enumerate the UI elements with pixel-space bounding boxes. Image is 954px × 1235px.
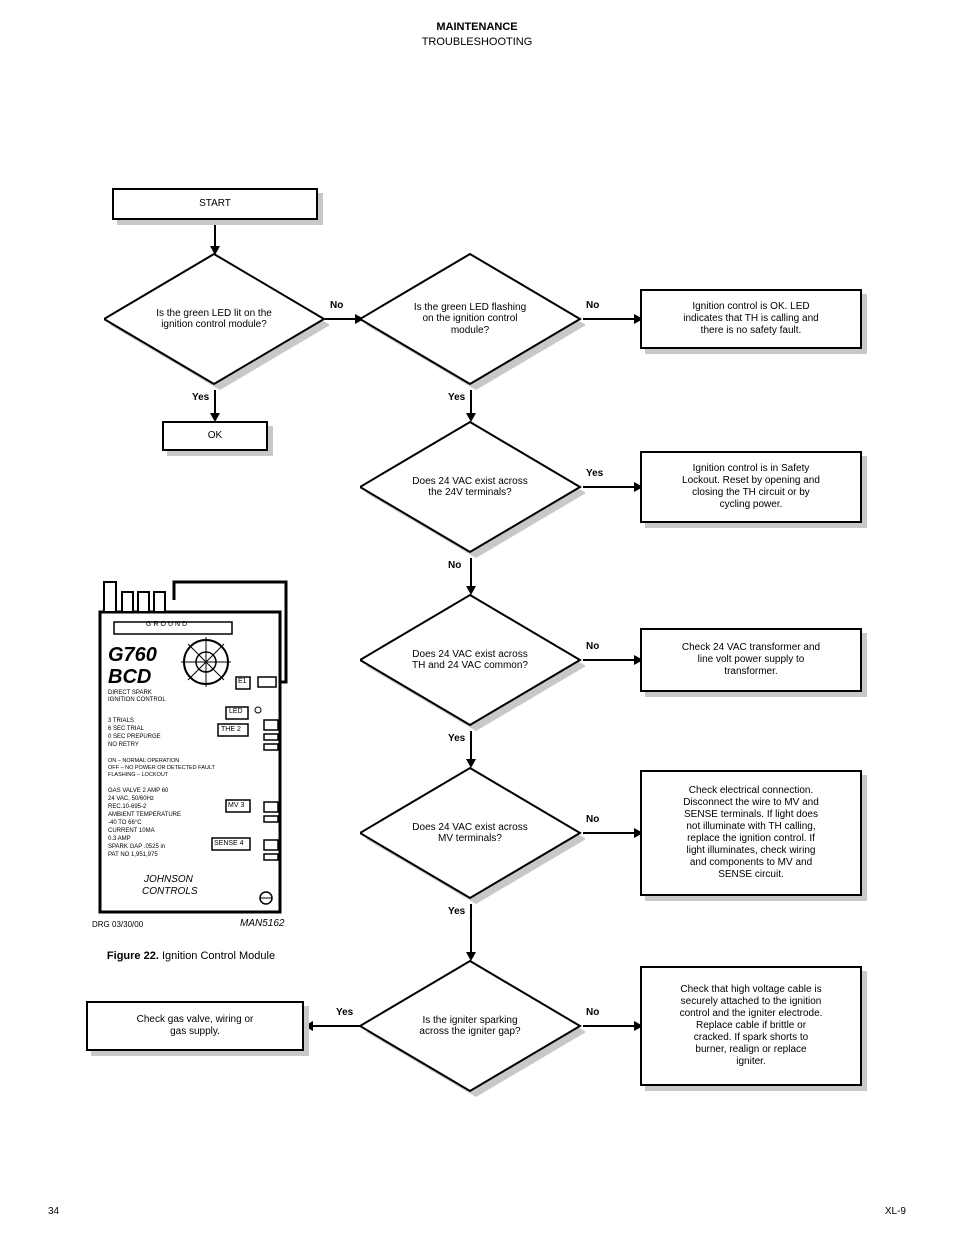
action-connection: Check electrical connection.Disconnect t…: [640, 770, 862, 896]
label-no: No: [586, 300, 599, 311]
term-led: LED: [229, 708, 243, 715]
device-sub1: DIRECT SPARK: [108, 690, 152, 696]
label-no: No: [586, 641, 599, 652]
decision-text: Is the green LED flashingon the ignition…: [360, 250, 580, 388]
label-no: No: [448, 560, 461, 571]
decision-24vac-terminals: Does 24 VAC exist acrossthe 24V terminal…: [360, 418, 580, 556]
device-spec: NO RETRY: [108, 742, 139, 748]
action-text: Ignition control is OK. LEDindicates tha…: [677, 295, 824, 343]
device-led-on: ON – NORMAL OPERATION: [108, 758, 179, 764]
arrow: [583, 318, 636, 320]
action-text: Check that high voltage cable issecurely…: [674, 978, 829, 1074]
brand-2: CONTROLS: [142, 886, 198, 897]
device-led-off: OFF – NO POWER OR DETECTED FAULT: [108, 765, 215, 771]
decision-24vac-th: Does 24 VAC exist acrossTH and 24 VAC co…: [360, 591, 580, 729]
device-spec: 6 SEC TRIAL: [108, 726, 144, 732]
label-no: No: [586, 1007, 599, 1018]
action-text: Check 24 VAC transformer andline volt po…: [676, 636, 826, 684]
device-rating: REC.10-695-2: [108, 804, 146, 810]
arrow: [470, 731, 472, 761]
arrow: [583, 659, 636, 661]
device-rating: -40 TO 66°C: [108, 820, 142, 826]
label-no: No: [586, 814, 599, 825]
action-ok: Ignition control is OK. LEDindicates tha…: [640, 289, 862, 349]
pcb-code: MAN5162: [240, 918, 284, 929]
action-hv-cable: Check that high voltage cable issecurely…: [640, 966, 862, 1086]
ok-node: OK: [162, 421, 268, 451]
device-model: G760: [108, 644, 157, 667]
pcb-date: DRG 03/30/00: [92, 920, 143, 929]
start-node: START: [112, 188, 318, 220]
arrow: [583, 832, 636, 834]
decision-text: Does 24 VAC exist acrossTH and 24 VAC co…: [360, 591, 580, 729]
arrow: [583, 1025, 636, 1027]
device-led-flash: FLASHING – LOCKOUT: [108, 772, 168, 778]
device-rating: SPARK GAP .0525 in: [108, 844, 165, 850]
arrow: [470, 390, 472, 415]
device-rating: GAS VALVE 2 AMP 60: [108, 788, 168, 794]
decision-text: Is the green LED lit on theignition cont…: [104, 250, 324, 388]
action-text: Check gas valve, wiring orgas supply.: [131, 1008, 260, 1044]
device-rating: AMBIENT TEMPERATURE: [108, 812, 181, 818]
start-label: START: [193, 192, 237, 216]
action-text: Check electrical connection.Disconnect t…: [677, 779, 825, 887]
device-spec: 0 SEC PREPURGE: [108, 734, 161, 740]
page-model: XL-9: [885, 1206, 906, 1217]
label-no: No: [330, 300, 343, 311]
arrow: [214, 225, 216, 248]
decision-mv-terminals: Does 24 VAC exist acrossMV terminals?: [360, 764, 580, 902]
arrow: [311, 1025, 360, 1027]
label-yes: Yes: [192, 392, 209, 403]
device-rating: 0.3 AMP: [108, 836, 131, 842]
decision-text: Does 24 VAC exist acrossthe 24V terminal…: [360, 418, 580, 556]
brand-1: JOHNSON: [144, 874, 193, 885]
label-yes: Yes: [448, 392, 465, 403]
ok-label: OK: [202, 424, 228, 448]
ignition-control-module-figure: GROUND G760 BCD DIRECT SPARK IGNITION CO…: [86, 562, 294, 952]
term-the2: THE 2: [221, 726, 241, 733]
device-sub2: IGNITION CONTROL: [108, 697, 166, 703]
figure-caption: Figure 22. Ignition Control Module: [86, 950, 296, 962]
device-spec: 3 TRIALS: [108, 718, 134, 724]
page-title: MAINTENANCE: [50, 20, 904, 35]
device-rating: 24 VAC, 50/60Hz: [108, 796, 154, 802]
decision-text: Does 24 VAC exist acrossMV terminals?: [360, 764, 580, 902]
decision-text: Is the igniter sparkingacross the ignite…: [360, 957, 580, 1095]
label-yes: Yes: [448, 906, 465, 917]
term-sense4: SENSE 4: [214, 840, 244, 847]
arrow: [214, 390, 216, 415]
page-number: 34: [48, 1206, 59, 1217]
device-series: BCD: [108, 666, 151, 689]
decision-led-lit: Is the green LED lit on theignition cont…: [104, 250, 324, 388]
action-transformer: Check 24 VAC transformer andline volt po…: [640, 628, 862, 692]
arrow: [470, 558, 472, 588]
action-text: Ignition control is in SafetyLockout. Re…: [676, 457, 826, 517]
term-e1: E1: [238, 678, 247, 685]
label-yes: Yes: [586, 468, 603, 479]
action-lockout: Ignition control is in SafetyLockout. Re…: [640, 451, 862, 523]
page-subtitle: TROUBLESHOOTING: [50, 35, 904, 50]
term-mv3: MV 3: [228, 802, 244, 809]
label-yes: Yes: [448, 733, 465, 744]
decision-igniter-spark: Is the igniter sparkingacross the ignite…: [360, 957, 580, 1095]
label-yes: Yes: [336, 1007, 353, 1018]
arrow: [583, 486, 636, 488]
device-rating: PAT NO 1,951,975: [108, 852, 158, 858]
arrow: [470, 904, 472, 954]
decision-led-flashing: Is the green LED flashingon the ignition…: [360, 250, 580, 388]
action-gas-valve: Check gas valve, wiring orgas supply.: [86, 1001, 304, 1051]
arrow: [325, 318, 357, 320]
ground-label: GROUND: [146, 621, 189, 628]
device-rating: CURRENT 10MA: [108, 828, 155, 834]
